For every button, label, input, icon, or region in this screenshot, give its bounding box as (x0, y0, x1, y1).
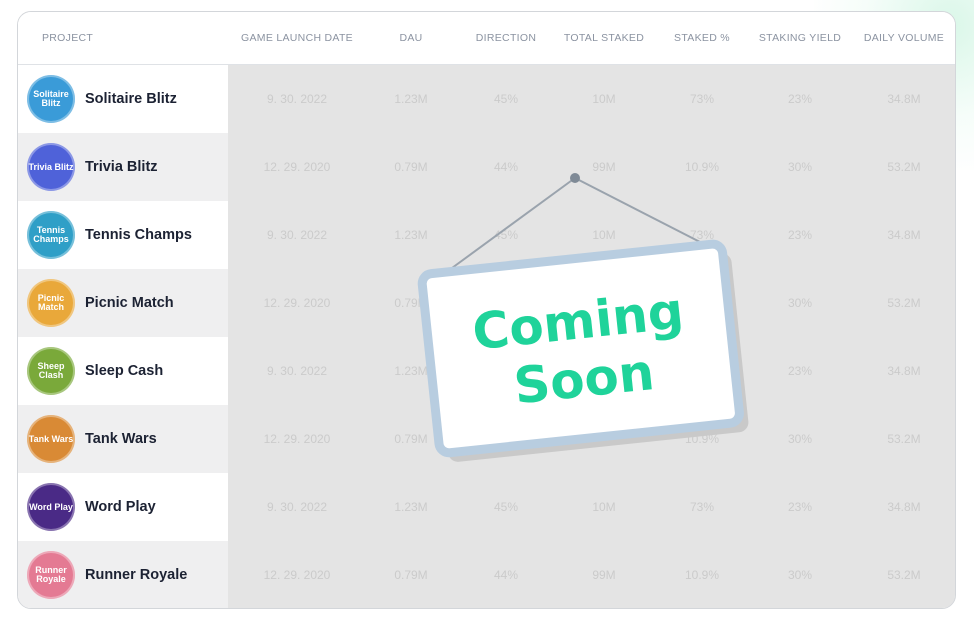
project-cell[interactable]: Word Play Word Play (18, 473, 228, 541)
project-logo: Runner Royale (27, 551, 75, 599)
header-staking-yield: STAKING YIELD (758, 32, 842, 44)
header-project: PROJECT (42, 32, 94, 44)
project-name: Runner Royale (85, 567, 188, 583)
project-name: Picnic Match (85, 295, 174, 311)
header-total-staked: TOTAL STAKED (563, 32, 645, 44)
header-launch-date: GAME LAUNCH DATE (241, 32, 353, 44)
project-cell[interactable]: Solitaire Blitz Solitaire Blitz (18, 65, 228, 133)
project-name: Trivia Blitz (85, 159, 158, 175)
project-cell[interactable]: Trivia Blitz Trivia Blitz (18, 133, 228, 201)
project-cell[interactable]: Picnic Match Picnic Match (18, 269, 228, 337)
project-name: Word Play (85, 499, 156, 515)
table-header: PROJECT GAME LAUNCH DATE DAU DIRECTION T… (18, 12, 955, 65)
project-cell[interactable]: Sheep Clash Sleep Cash (18, 337, 228, 405)
project-cell[interactable]: Tennis Champs Tennis Champs (18, 201, 228, 269)
project-name: Sleep Cash (85, 363, 164, 379)
project-name: Tennis Champs (85, 227, 192, 243)
project-logo: Word Play (27, 483, 75, 531)
project-logo: Tennis Champs (27, 211, 75, 259)
project-logo: Tank Wars (27, 415, 75, 463)
project-name: Solitaire Blitz (85, 91, 177, 107)
header-daily-volume: DAILY VOLUME (863, 32, 945, 44)
sign-board: Coming Soon (417, 239, 749, 462)
header-dau: DAU (399, 32, 423, 44)
project-logo: Sheep Clash (27, 347, 75, 395)
project-name: Tank Wars (85, 431, 157, 447)
header-direction: DIRECTION (475, 32, 537, 44)
project-cell[interactable]: Tank Wars Tank Wars (18, 405, 228, 473)
project-cell[interactable]: Runner Royale Runner Royale (18, 541, 228, 608)
project-logo: Picnic Match (27, 279, 75, 327)
project-logo: Solitaire Blitz (27, 75, 75, 123)
project-logo: Trivia Blitz (27, 143, 75, 191)
header-staked-pct: STAKED % (674, 32, 730, 44)
